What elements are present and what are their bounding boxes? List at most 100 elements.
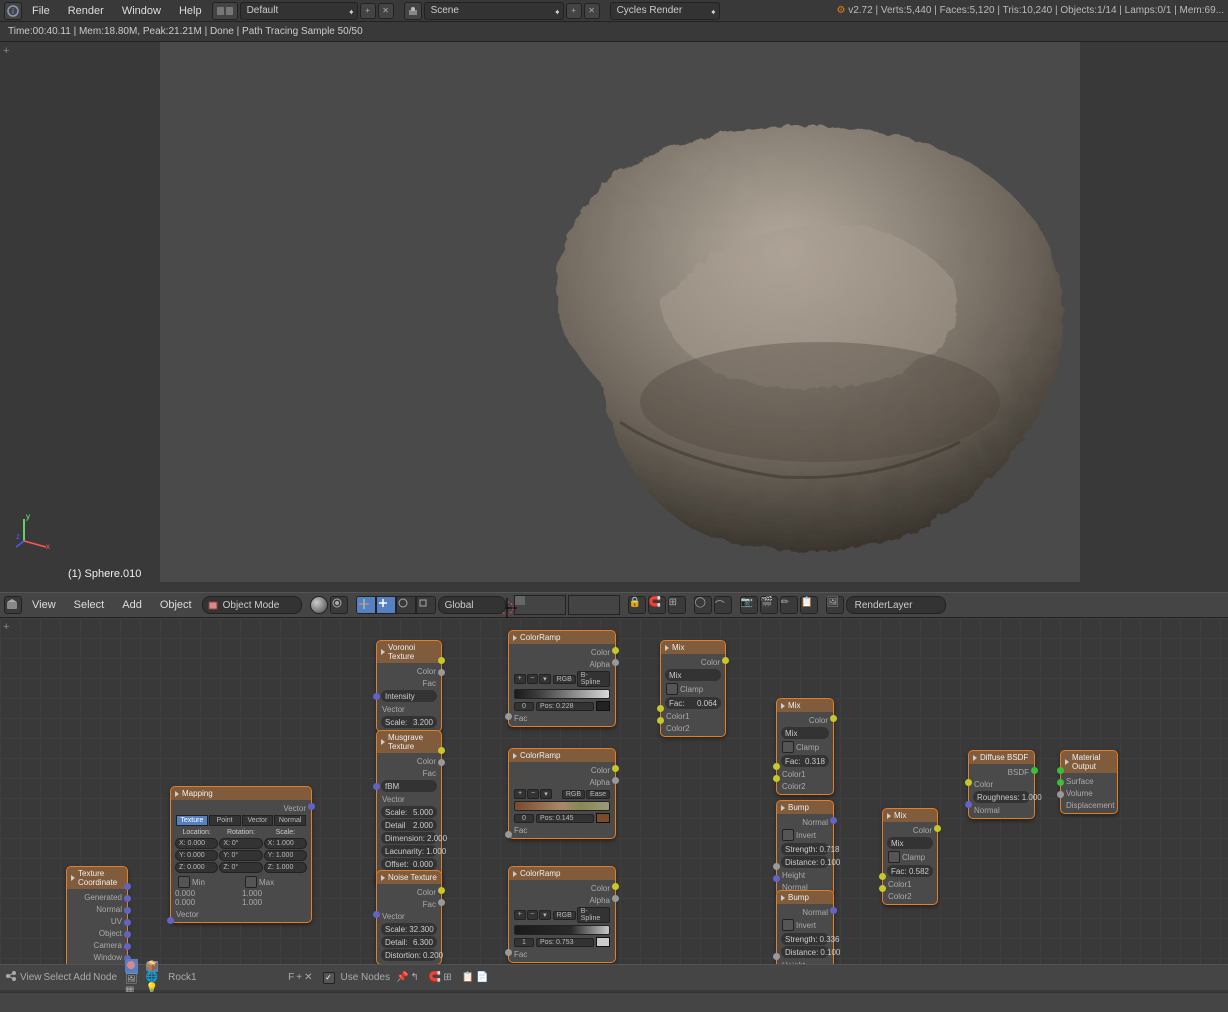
- scale-manipulator[interactable]: [416, 596, 436, 614]
- copy-nodes-icon[interactable]: 📋: [462, 972, 474, 983]
- menu-view-node[interactable]: View: [20, 972, 42, 983]
- mode-dropdown[interactable]: Object Mode: [202, 596, 302, 614]
- scl-z[interactable]: Z: 1.000: [264, 862, 307, 873]
- voronoi-coloring[interactable]: Intensity: [381, 690, 437, 702]
- noise-detail[interactable]: Detail:6.300: [381, 936, 437, 948]
- lock-camera-icon[interactable]: 🔒: [628, 596, 646, 614]
- proportional-edit-icon[interactable]: ◯: [694, 596, 712, 614]
- blend-type[interactable]: Mix: [665, 669, 721, 681]
- pivot-dropdown[interactable]: [330, 596, 348, 614]
- rot-y[interactable]: Y: 0°: [219, 850, 262, 861]
- mix-fac[interactable]: Fac:0.064: [665, 697, 721, 709]
- node-colorramp-3[interactable]: ColorRamp Color Alpha +−▾RGBB-Spline 1Po…: [508, 866, 616, 963]
- mix-fac[interactable]: Fac:0.318: [781, 755, 829, 767]
- render-engine-dropdown[interactable]: Cycles Render: [610, 2, 720, 20]
- menu-file[interactable]: File: [24, 3, 58, 19]
- renderlayer-browse-icon[interactable]: 🖼: [826, 596, 844, 614]
- blend-type[interactable]: Mix: [887, 837, 933, 849]
- musgrave-offset[interactable]: Offset:0.000: [381, 858, 437, 870]
- node-mix-1[interactable]: Mix Color Mix Clamp Fac:0.064 Color1 Col…: [660, 640, 726, 737]
- menu-object-3d[interactable]: Object: [152, 597, 200, 613]
- 3d-viewport[interactable]: + yxz (1) Sphere.01: [0, 42, 1228, 592]
- composite-tree-btn[interactable]: 🖼: [125, 974, 138, 985]
- node-header[interactable]: Mapping: [171, 787, 311, 800]
- menu-view-3d[interactable]: View: [24, 597, 64, 613]
- musgrave-scale[interactable]: Scale:5.000: [381, 806, 437, 818]
- screen-layout-dropdown[interactable]: Default: [240, 2, 358, 20]
- max-x[interactable]: 1.000: [242, 889, 307, 898]
- go-parent-icon[interactable]: ↰: [410, 972, 418, 983]
- node-mix-2[interactable]: Mix Color Mix Clamp Fac:0.318 Color1 Col…: [776, 698, 834, 795]
- delete-scene-button[interactable]: ✕: [584, 3, 600, 19]
- proportional-falloff-icon[interactable]: ⌒: [714, 596, 732, 614]
- bump-strength[interactable]: Strength:0.336: [781, 933, 829, 945]
- paste-nodes-icon[interactable]: 📄: [476, 972, 488, 983]
- node-colorramp-2[interactable]: ColorRamp Color Alpha +−▾RGBEase 0Pos: 0…: [508, 748, 616, 839]
- rot-x[interactable]: X: 0°: [219, 838, 262, 849]
- node-mapping[interactable]: Mapping Vector TexturePointVectorNormal …: [170, 786, 312, 923]
- add-scene-button[interactable]: +: [566, 3, 582, 19]
- region-expand-icon[interactable]: +: [3, 621, 9, 633]
- menu-select-node[interactable]: Select: [44, 972, 72, 983]
- menu-render[interactable]: Render: [60, 3, 112, 19]
- editor-type-3dview-icon[interactable]: [4, 596, 22, 614]
- translate-manipulator[interactable]: [376, 596, 396, 614]
- snap-icon[interactable]: 🧲: [648, 596, 666, 614]
- world-shader-btn[interactable]: 🌐: [146, 972, 158, 983]
- info-editor-icon[interactable]: i: [4, 2, 22, 20]
- menu-add-3d[interactable]: Add: [114, 597, 150, 613]
- colorramp-gradient[interactable]: [514, 689, 610, 699]
- render-opengl-anim-icon[interactable]: 🎬: [760, 596, 778, 614]
- loc-y[interactable]: Y: 0.000: [175, 850, 218, 861]
- object-shader-btn[interactable]: 📦: [146, 961, 158, 972]
- rot-z[interactable]: Z: 0°: [219, 862, 262, 873]
- scl-x[interactable]: X: 1.000: [264, 838, 307, 849]
- snap-node-icon[interactable]: 🧲: [429, 972, 441, 983]
- node-mix-3[interactable]: Mix Color Mix Clamp Fac:0.582 Color1 Col…: [882, 808, 938, 905]
- mapping-type-tabs[interactable]: TexturePointVectorNormal: [173, 814, 309, 827]
- node-material-output[interactable]: Material Output Surface Volume Displacem…: [1060, 750, 1118, 814]
- musgrave-type[interactable]: fBM: [381, 780, 437, 792]
- snap-element-dropdown[interactable]: ⊞: [668, 596, 686, 614]
- min-x[interactable]: 0.000: [175, 889, 240, 898]
- loc-x[interactable]: X: 0.000: [175, 838, 218, 849]
- pin-icon[interactable]: 📌: [396, 972, 408, 983]
- node-musgrave-texture[interactable]: Musgrave Texture Color Fac fBM Vector Sc…: [376, 730, 442, 887]
- add-layout-button[interactable]: +: [360, 3, 376, 19]
- fake-user-button[interactable]: F: [288, 972, 294, 983]
- scl-y[interactable]: Y: 1.000: [264, 850, 307, 861]
- orientation-dropdown[interactable]: Global: [438, 596, 506, 614]
- shader-tree-btn[interactable]: [125, 959, 138, 974]
- use-nodes-checkbox[interactable]: ✓: [323, 972, 335, 984]
- min-y[interactable]: 0.000: [175, 898, 240, 907]
- bump-distance[interactable]: Distance:0.100: [781, 856, 829, 868]
- back-to-previous-icon[interactable]: [212, 2, 238, 20]
- colorramp-gradient[interactable]: [514, 801, 610, 811]
- noise-scale[interactable]: Scale:32.300: [381, 923, 437, 935]
- gpencil-icon[interactable]: ✏: [780, 596, 798, 614]
- snap-node-element[interactable]: ⊞: [443, 972, 451, 983]
- node-colorramp-1[interactable]: ColorRamp Color Alpha +−▾RGBB-Spline 0Po…: [508, 630, 616, 727]
- node-noise-texture[interactable]: Noise Texture Color Fac Vector Scale:32.…: [376, 870, 442, 965]
- editor-type-node-icon[interactable]: [4, 969, 18, 986]
- scene-browse-icon[interactable]: [404, 2, 422, 20]
- node-bump-1[interactable]: Bump Normal Invert Strength:0.718 Distan…: [776, 800, 834, 896]
- renderlayer-field[interactable]: RenderLayer: [846, 596, 946, 614]
- diffuse-roughness[interactable]: Roughness:1.000: [973, 791, 1030, 803]
- rotate-manipulator[interactable]: [396, 596, 416, 614]
- noise-distortion[interactable]: Distortion:0.200: [381, 949, 437, 961]
- delete-layout-button[interactable]: ✕: [378, 3, 394, 19]
- bump-strength[interactable]: Strength:0.718: [781, 843, 829, 855]
- node-diffuse-bsdf[interactable]: Diffuse BSDF BSDF Color Roughness:1.000 …: [968, 750, 1035, 819]
- node-header[interactable]: Texture Coordinate: [67, 867, 127, 889]
- node-editor[interactable]: + Texture Coordinate Generated Normal UV…: [0, 618, 1228, 990]
- region-expand-icon[interactable]: +: [3, 45, 9, 57]
- menu-help[interactable]: Help: [171, 3, 210, 19]
- colorramp-gradient[interactable]: [514, 925, 610, 935]
- unlink-material-button[interactable]: ✕: [304, 972, 312, 983]
- loc-z[interactable]: Z: 0.000: [175, 862, 218, 873]
- manipulator-toggle[interactable]: [356, 596, 376, 614]
- bump-distance[interactable]: Distance:0.100: [781, 946, 829, 958]
- scene-dropdown[interactable]: Scene: [424, 2, 564, 20]
- voronoi-scale[interactable]: Scale:3.200: [381, 716, 437, 728]
